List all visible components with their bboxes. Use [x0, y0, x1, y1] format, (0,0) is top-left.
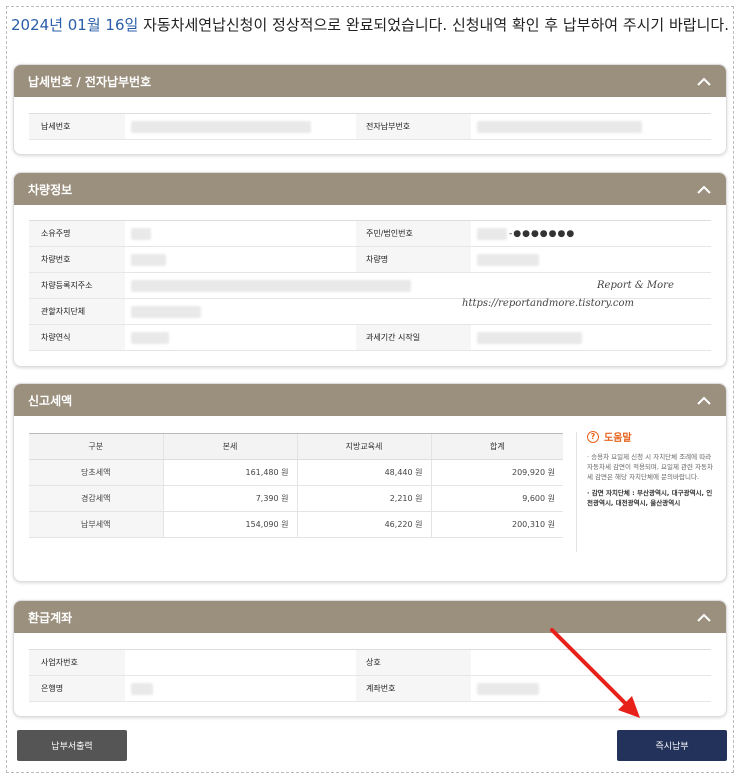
base-tax-cell: 161,480 원: [162, 459, 297, 486]
watermark-url: https://reportandmore.tistory.com: [462, 298, 634, 309]
kv-row: 소유주명 주민/법인번호 -●●●●●●●: [29, 221, 711, 247]
kv-row: 차량연식 과세기간 시작일: [29, 325, 711, 351]
field-value: [125, 221, 356, 246]
help-text-regions: · 감면 자치단체 : 부산광역시, 대구광역시, 인천광역시, 대전광역시, …: [587, 489, 713, 507]
help-title-text: 도움말: [604, 433, 632, 444]
edu-tax-cell: 2,210 원: [296, 485, 431, 512]
field-value: [471, 325, 711, 350]
application-date: 2024년 01월 16일: [11, 16, 139, 34]
pay-now-button[interactable]: 즉시납부: [617, 730, 727, 761]
masked-id: -●●●●●●●: [509, 228, 576, 239]
total-cell: 9,600 원: [430, 485, 563, 512]
completion-message: 2024년 01월 16일 자동차세연납신청이 정상적으로 완료되었습니다. 신…: [0, 14, 740, 35]
field-value: -●●●●●●●: [471, 221, 711, 246]
field-label: 차량등록지주소: [29, 273, 125, 298]
tax-table-wrap: 구분 본세 지방교육세 합계 당초세액 161,480 원 48,440 원 2…: [29, 433, 563, 538]
completion-text: 자동차세연납신청이 정상적으로 완료되었습니다. 신청내역 확인 후 납부하여 …: [138, 16, 729, 34]
field-value: [125, 676, 356, 701]
field-value: [125, 247, 356, 272]
kv-row: 납세번호 전자납부번호: [29, 114, 711, 140]
panel-header: 차량정보: [14, 173, 726, 205]
panel-title: 신고세액: [28, 393, 73, 408]
row-label: 당초세액: [29, 459, 163, 486]
tax-table: 구분 본세 지방교육세 합계 당초세액 161,480 원 48,440 원 2…: [29, 433, 563, 538]
edu-tax-cell: 46,220 원: [296, 511, 431, 538]
table-row: 경감세액 7,390 원 2,210 원 9,600 원: [29, 485, 563, 512]
column-header: 구분: [29, 433, 163, 460]
base-tax-cell: 7,390 원: [162, 485, 297, 512]
help-title: ? 도움말: [587, 429, 715, 444]
field-label: 차량번호: [29, 247, 125, 272]
chevron-up-icon[interactable]: [696, 73, 712, 89]
divider: [576, 432, 577, 552]
field-value: [125, 114, 356, 139]
table-header-row: 구분 본세 지방교육세 합계: [29, 433, 563, 460]
panel-header: 납세번호 / 전자납부번호: [14, 65, 726, 97]
field-value: [125, 650, 356, 675]
field-value: [125, 325, 356, 350]
field-label: 계좌번호: [356, 676, 471, 701]
field-label: 차량연식: [29, 325, 125, 350]
field-label: 관할자치단체: [29, 299, 125, 324]
chevron-up-icon[interactable]: [696, 392, 712, 408]
field-label: 사업자번호: [29, 650, 125, 675]
watermark-title: Report & More: [597, 280, 674, 291]
chevron-up-icon[interactable]: [696, 609, 712, 625]
field-label: 주민/법인번호: [356, 221, 471, 246]
report-tax-panel: 신고세액 구분 본세 지방교육세 합계 당초세액 161,480 원 48,44…: [13, 383, 727, 582]
field-label: 납세번호: [29, 114, 125, 139]
kv-row: 차량번호 차량명: [29, 247, 711, 273]
help-text: · 승용차 요일제 신청 시 자치단체 조례에 따라 자동차세 감면이 적용되며…: [587, 453, 714, 481]
table-row: 납부세액 154,090 원 46,220 원 200,310 원: [29, 511, 563, 538]
panel-title: 차량정보: [28, 182, 73, 197]
question-icon: ?: [587, 430, 599, 443]
column-header: 지방교육세: [296, 433, 431, 460]
edu-tax-cell: 48,440 원: [296, 459, 431, 486]
tax-number-panel: 납세번호 / 전자납부번호 납세번호 전자납부번호: [13, 64, 727, 155]
red-arrow-annotation: [550, 628, 640, 718]
field-label: 소유주명: [29, 221, 125, 246]
total-cell: 200,310 원: [430, 511, 563, 538]
field-label: 상호: [356, 650, 471, 675]
column-header: 합계: [430, 433, 563, 460]
field-label: 차량명: [356, 247, 471, 272]
panel-header: 신고세액: [14, 384, 726, 416]
field-label: 과세기간 시작일: [356, 325, 471, 350]
total-cell: 209,920 원: [430, 459, 563, 486]
field-label: 전자납부번호: [356, 114, 471, 139]
row-label: 납부세액: [29, 511, 163, 538]
base-tax-cell: 154,090 원: [162, 511, 297, 538]
column-header: 본세: [162, 433, 297, 460]
help-box: ? 도움말 · 승용차 요일제 신청 시 자치단체 조례에 따라 자동차세 감면이…: [587, 429, 715, 514]
print-bill-button[interactable]: 납부서출력: [17, 730, 127, 761]
table-row: 당초세액 161,480 원 48,440 원 209,920 원: [29, 459, 563, 486]
field-value: [471, 114, 711, 139]
panel-title: 환급계좌: [28, 610, 73, 625]
row-label: 경감세액: [29, 485, 163, 512]
chevron-up-icon[interactable]: [696, 181, 712, 197]
field-label: 은행명: [29, 676, 125, 701]
panel-title: 납세번호 / 전자납부번호: [28, 74, 152, 89]
field-value: [471, 247, 711, 272]
vehicle-panel: 차량정보 소유주명 주민/법인번호 -●●●●●●● 차량번호 차량명 차량등록…: [13, 172, 727, 367]
